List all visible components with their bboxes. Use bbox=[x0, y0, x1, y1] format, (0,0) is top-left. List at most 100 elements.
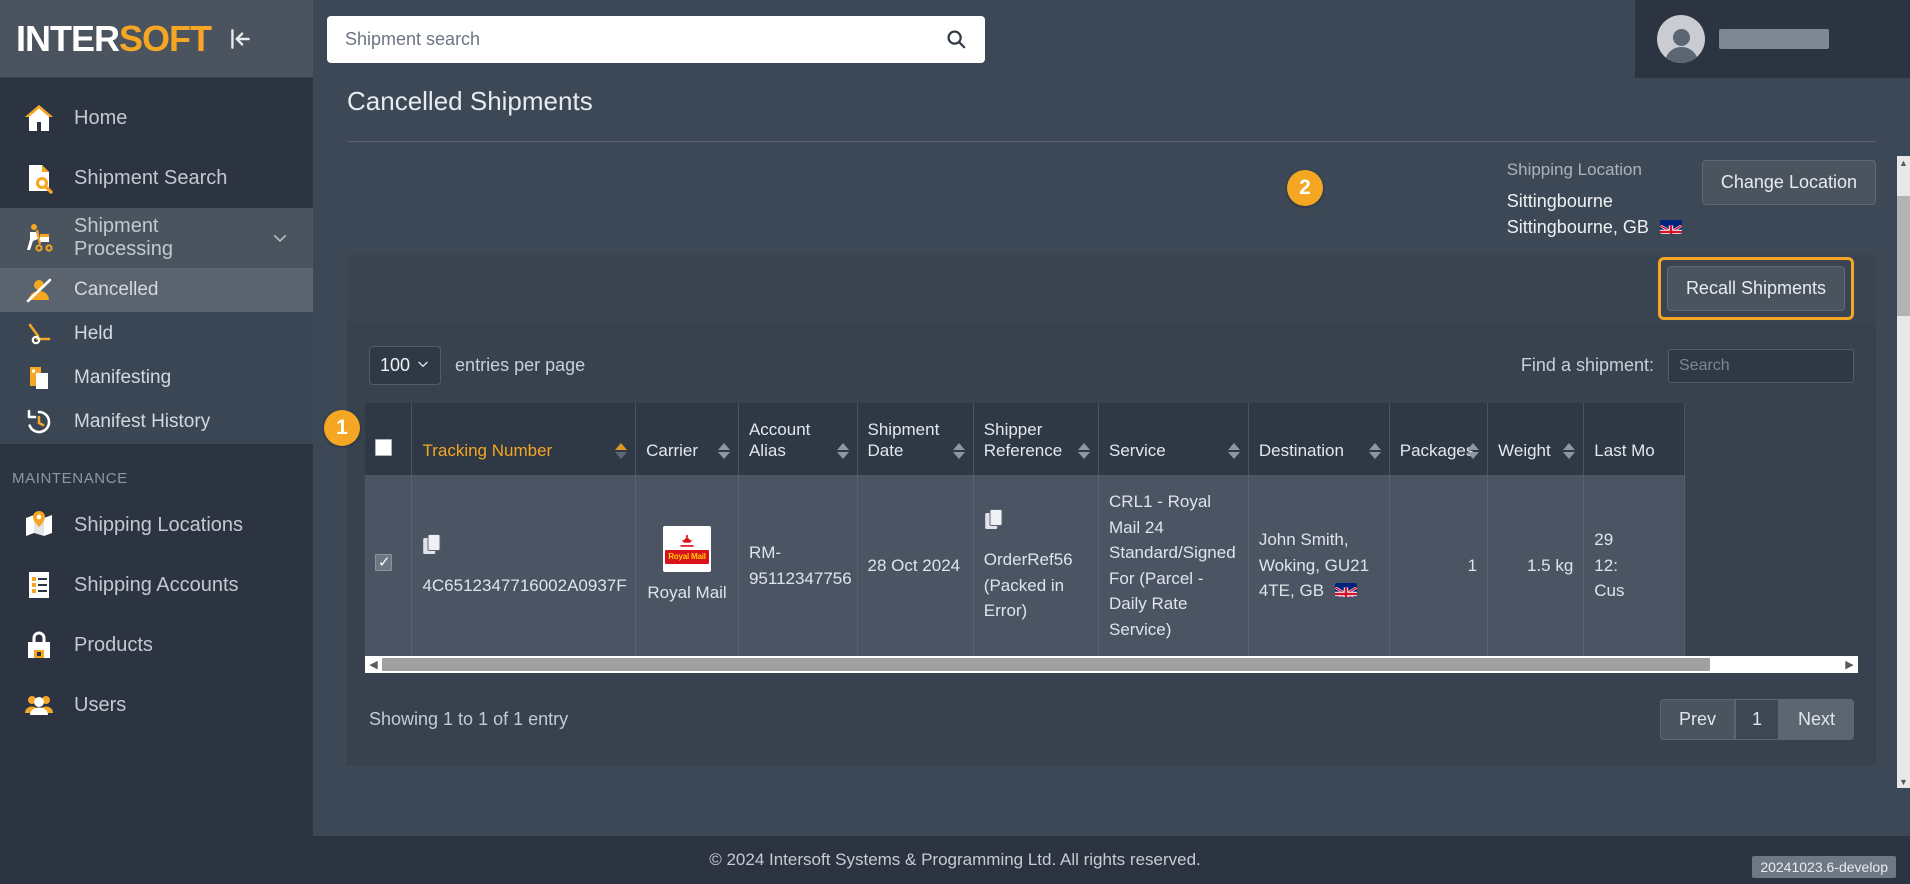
sidebar-item-home[interactable]: Home bbox=[0, 88, 313, 148]
sidebar-item-shipping-locations[interactable]: Shipping Locations bbox=[0, 495, 313, 555]
sort-arrows-icon bbox=[1563, 443, 1576, 460]
shipping-location-label: Shipping Location bbox=[1506, 160, 1642, 179]
sidebar-item-manifesting[interactable]: Manifesting bbox=[0, 356, 313, 400]
col-select-all[interactable] bbox=[365, 403, 413, 476]
scroll-thumb[interactable] bbox=[382, 658, 1710, 672]
col-packages[interactable]: Packages bbox=[1389, 403, 1489, 476]
scroll-right-arrow-icon[interactable]: ▶ bbox=[1841, 656, 1858, 673]
recall-shipments-button[interactable]: Recall Shipments bbox=[1666, 265, 1845, 311]
cell-packages: 1 bbox=[1389, 475, 1489, 657]
logo-text: INTERSOFT bbox=[16, 17, 212, 59]
collapse-left-icon[interactable] bbox=[227, 26, 253, 52]
col-weight[interactable]: Weight bbox=[1487, 403, 1585, 476]
chevron-down-icon bbox=[416, 355, 430, 376]
sidebar-item-users[interactable]: Users bbox=[0, 675, 313, 735]
cell-tracking-number[interactable]: 4C6512347716002A0937F bbox=[411, 475, 637, 657]
search-icon[interactable] bbox=[945, 28, 967, 50]
cell-shipper-reference[interactable]: OrderRef56 (Packed in Error) bbox=[973, 475, 1100, 657]
sidebar-item-label: Shipment Processing bbox=[74, 215, 173, 260]
entries-per-page-group: 100 entries per page bbox=[369, 346, 586, 386]
logo-soft: SOFT bbox=[119, 17, 212, 59]
clipboard-icon bbox=[22, 361, 56, 395]
pagination-next-button[interactable]: Next bbox=[1778, 699, 1854, 741]
sidebar-item-shipment-processing[interactable]: Shipment Processing bbox=[0, 208, 313, 268]
royal-mail-wordmark: Royal Mail bbox=[665, 549, 709, 564]
change-location-button[interactable]: Change Location bbox=[1701, 160, 1876, 205]
map-pin-icon bbox=[22, 508, 56, 542]
sidebar-item-label: Shipping Accounts bbox=[74, 573, 239, 596]
sort-arrows-icon bbox=[1227, 443, 1240, 460]
select-all-checkbox[interactable] bbox=[375, 438, 392, 456]
row-checkbox[interactable] bbox=[375, 552, 392, 574]
chevron-down-icon[interactable] bbox=[271, 229, 289, 247]
shipping-location-address: Sittingbourne, GB bbox=[1507, 214, 1682, 240]
sidebar-item-shipping-accounts[interactable]: Shipping Accounts bbox=[0, 555, 313, 615]
last-modified-line3: Cus bbox=[1594, 581, 1625, 601]
col-destination[interactable]: Destination bbox=[1248, 403, 1390, 476]
history-clock-icon bbox=[22, 405, 56, 439]
shipper-reference-value: OrderRef56 (Packed in Error) bbox=[983, 550, 1073, 621]
footer: © 2024 Intersoft Systems & Programming L… bbox=[0, 836, 1910, 884]
sort-arrows-icon bbox=[952, 443, 965, 460]
version-badge: 20241023.6-develop bbox=[1752, 856, 1896, 878]
sidebar-subitem-label: Manifesting bbox=[74, 367, 172, 388]
sidebar-subitem-label: Cancelled bbox=[74, 279, 159, 300]
table-row[interactable]: 4C6512347716002A0937F bbox=[365, 475, 1685, 657]
cell-destination: John Smith, Woking, GU21 4TE, GB bbox=[1248, 475, 1390, 657]
col-shipper-reference[interactable]: Shipper Reference bbox=[973, 403, 1100, 476]
sidebar-item-manifest-history[interactable]: Manifest History bbox=[0, 400, 313, 444]
col-service[interactable]: Service bbox=[1098, 403, 1249, 476]
pagination: Prev 1 Next bbox=[1659, 699, 1854, 741]
pagination-prev-button[interactable]: Prev bbox=[1659, 699, 1735, 741]
search-area bbox=[313, 0, 1635, 78]
search-input[interactable] bbox=[345, 28, 945, 50]
col-carrier[interactable]: Carrier bbox=[635, 403, 739, 476]
sidebar-item-cancelled[interactable]: Cancelled bbox=[0, 268, 313, 312]
entries-per-page-select[interactable]: 100 bbox=[369, 346, 442, 386]
sidebar-item-shipment-search[interactable]: Shipment Search bbox=[0, 148, 313, 208]
cancelled-person-icon bbox=[22, 273, 56, 307]
page-vertical-scrollbar[interactable]: ▲ ▼ bbox=[1897, 156, 1910, 788]
page-scroll-thumb[interactable] bbox=[1897, 196, 1910, 316]
sort-arrows-icon bbox=[1467, 443, 1480, 460]
table-horizontal-scrollbar[interactable]: ◀ ▶ bbox=[365, 656, 1858, 674]
pagination-page-1[interactable]: 1 bbox=[1734, 699, 1779, 741]
cell-carrier: Royal Mail Royal Mail bbox=[635, 475, 739, 657]
entries-per-page-value: 100 bbox=[380, 355, 411, 376]
brand-logo[interactable]: INTERSOFT bbox=[0, 0, 313, 78]
avatar[interactable] bbox=[1657, 15, 1705, 63]
find-shipment-input[interactable] bbox=[1668, 348, 1854, 383]
sidebar-item-held[interactable]: Held bbox=[0, 312, 313, 356]
find-shipment-group: Find a shipment: bbox=[1521, 348, 1854, 383]
entries-per-page-label: entries per page bbox=[455, 355, 586, 376]
carrier-value: Royal Mail bbox=[647, 582, 727, 602]
row-select-cell[interactable] bbox=[365, 475, 413, 657]
col-shipment-date[interactable]: Shipment Date bbox=[857, 403, 974, 476]
col-tracking-number[interactable]: Tracking Number bbox=[411, 403, 637, 476]
copy-icon[interactable] bbox=[984, 508, 1088, 540]
top-bar: INTERSOFT bbox=[0, 0, 1910, 78]
page-scroll-down-icon[interactable]: ▼ bbox=[1897, 775, 1910, 788]
sidebar-item-label: Users bbox=[74, 693, 127, 716]
sort-arrows-icon bbox=[615, 443, 628, 460]
col-account-alias[interactable]: Account Alias bbox=[738, 403, 858, 476]
page-scroll-up-icon[interactable]: ▲ bbox=[1897, 156, 1910, 169]
gb-flag-icon bbox=[1334, 583, 1357, 598]
col-last-modified[interactable]: Last Mo bbox=[1583, 403, 1685, 476]
sort-arrows-icon bbox=[1078, 443, 1091, 460]
shipping-location-block: Shipping Location Sittingbourne Sittingb… bbox=[1507, 160, 1682, 240]
sidebar-item-products[interactable]: Products bbox=[0, 615, 313, 675]
copy-icon[interactable] bbox=[422, 533, 625, 565]
logo-inter: INTER bbox=[16, 17, 120, 59]
shipment-search-box[interactable] bbox=[327, 15, 985, 63]
table-footer: Showing 1 to 1 of 1 entry Prev 1 Next bbox=[347, 673, 1876, 767]
sidebar-section-maintenance: MAINTENANCE bbox=[12, 470, 128, 487]
scroll-left-arrow-icon[interactable]: ◀ bbox=[365, 656, 382, 673]
sort-arrows-icon bbox=[836, 443, 849, 460]
scroll-track[interactable] bbox=[382, 658, 1841, 672]
user-area[interactable] bbox=[1635, 0, 1910, 78]
sort-arrows-icon bbox=[717, 443, 730, 460]
cell-service: CRL1 - Royal Mail 24 Standard/Signed For… bbox=[1098, 475, 1249, 657]
cell-last-modified: 29 12: Cus bbox=[1583, 475, 1685, 657]
barrier-icon bbox=[22, 317, 56, 351]
